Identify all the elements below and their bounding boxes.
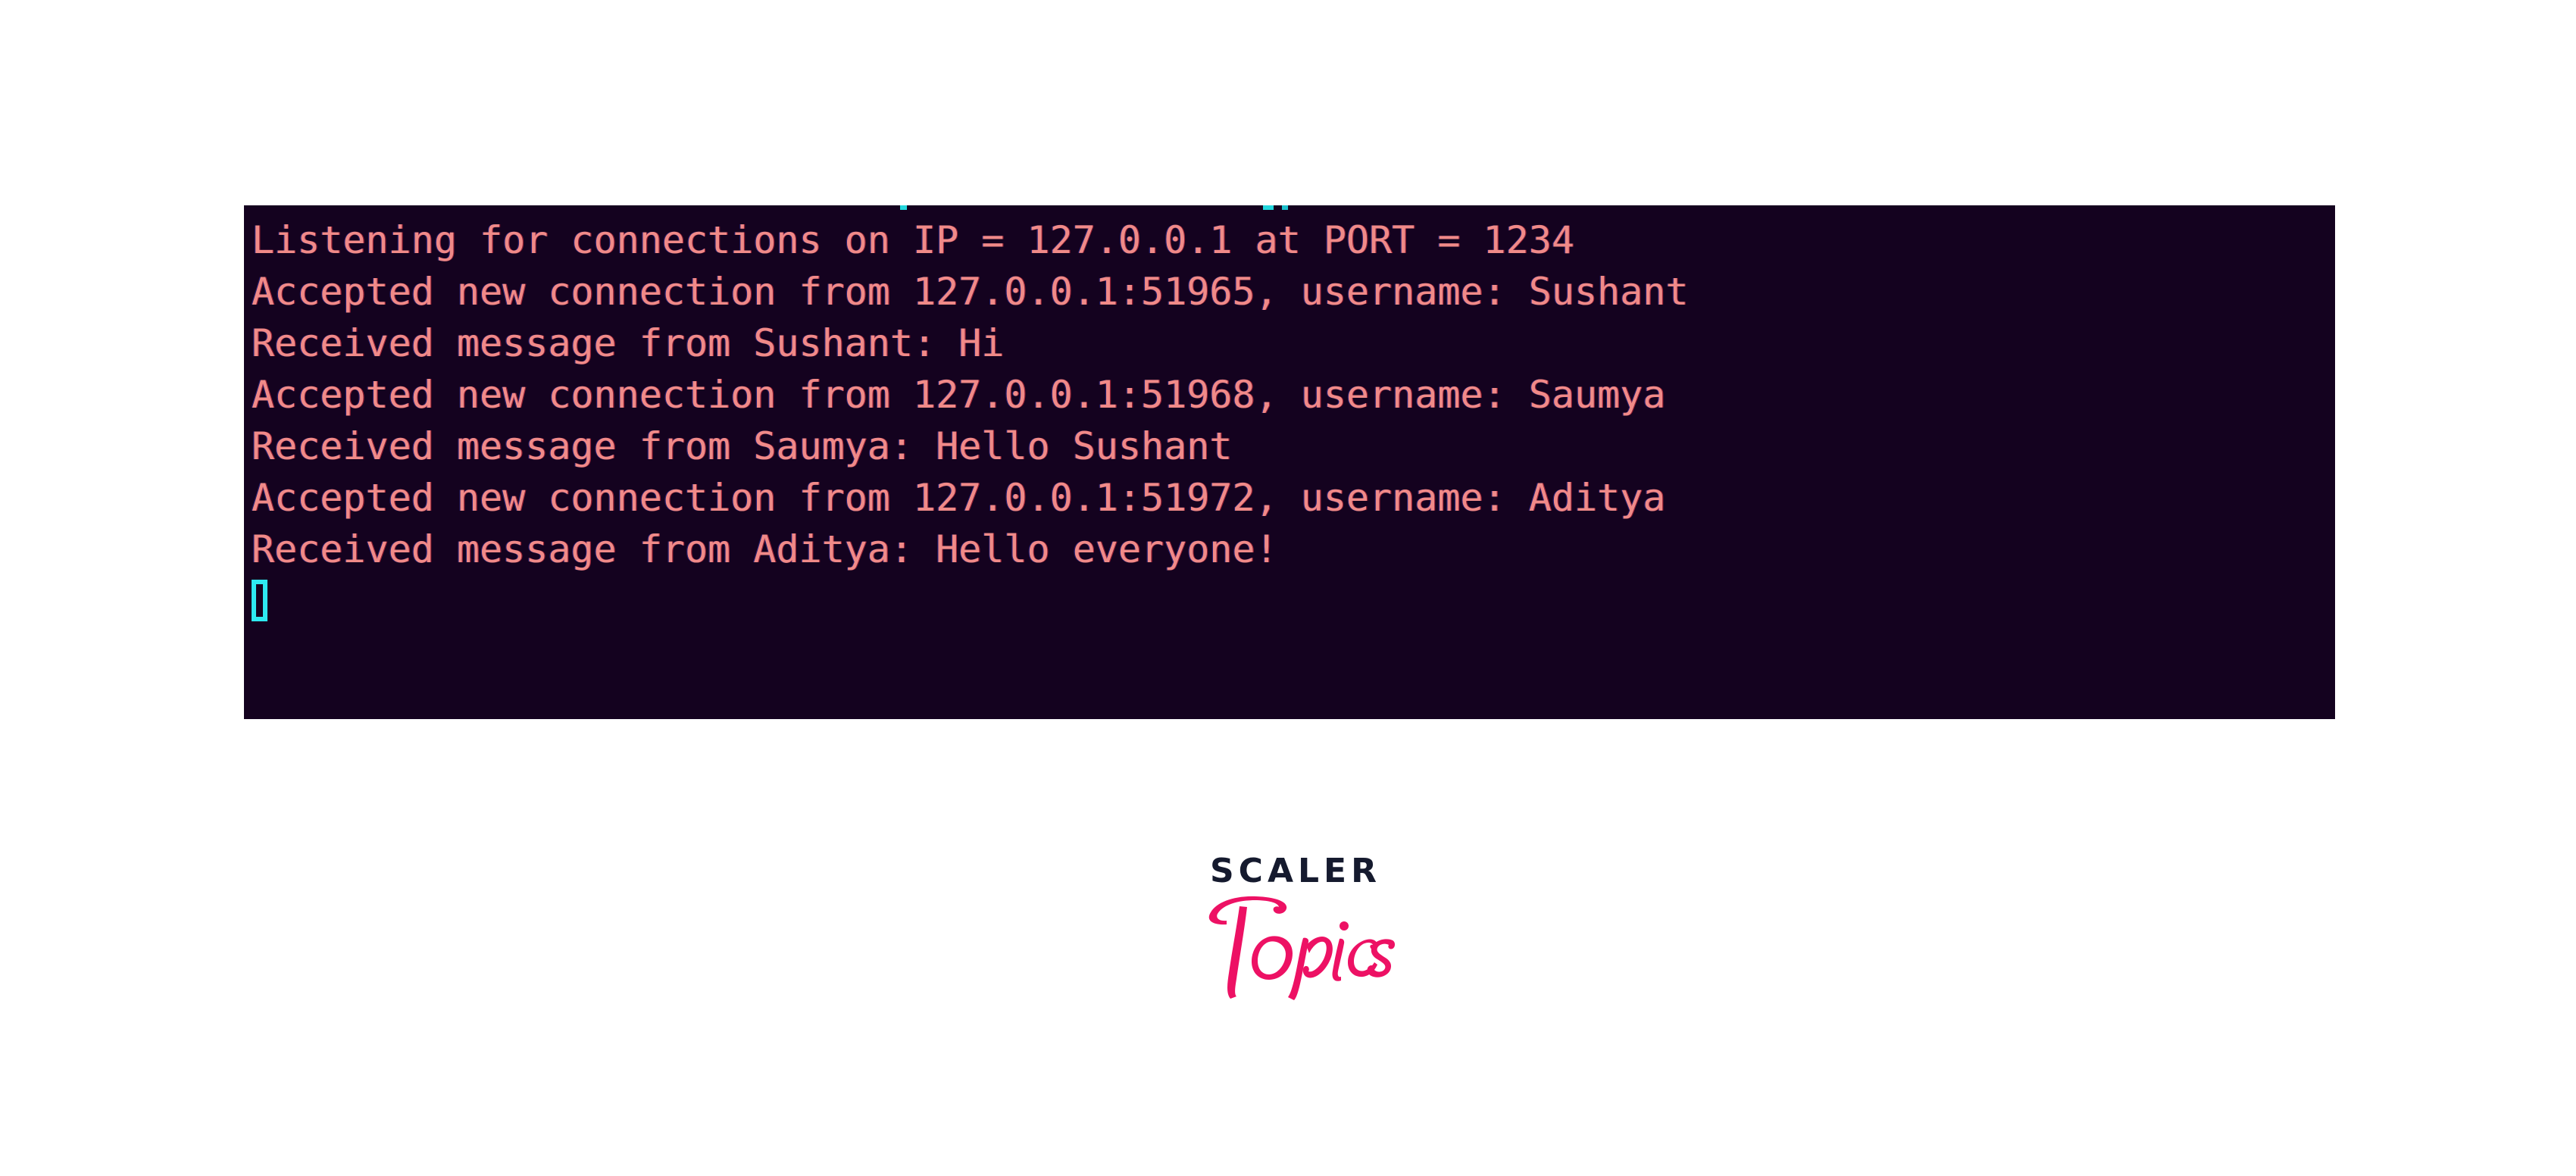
terminal-line: Received message from Sushant: Hi [252,321,1005,365]
scrolled-line-remnant-icon [1282,205,1288,210]
terminal-line: Accepted new connection from 127.0.0.1:5… [252,270,1689,314]
logo-script-wrap [1172,887,1415,1000]
scrolled-line-remnant-icon [1263,205,1274,210]
scaler-topics-logo: SCALER [1172,853,1415,1035]
logo-script-topics-icon [1208,896,1395,1000]
terminal-output: Listening for connections on IP = 127.0.… [252,214,2335,627]
terminal-window[interactable]: Listening for connections on IP = 127.0.… [244,205,2335,719]
terminal-line: Listening for connections on IP = 127.0.… [252,218,1574,262]
scrolled-line-remnant-icon [900,205,907,210]
terminal-prompt-row[interactable] [252,575,2335,627]
text-cursor-icon [252,580,267,621]
logo-wordmark: SCALER [1209,852,1381,890]
terminal-line: Received message from Saumya: Hello Sush… [252,424,1233,468]
terminal-line: Accepted new connection from 127.0.0.1:5… [252,476,1666,520]
terminal-line: Accepted new connection from 127.0.0.1:5… [252,373,1666,417]
terminal-line: Received message from Aditya: Hello ever… [252,527,1278,571]
